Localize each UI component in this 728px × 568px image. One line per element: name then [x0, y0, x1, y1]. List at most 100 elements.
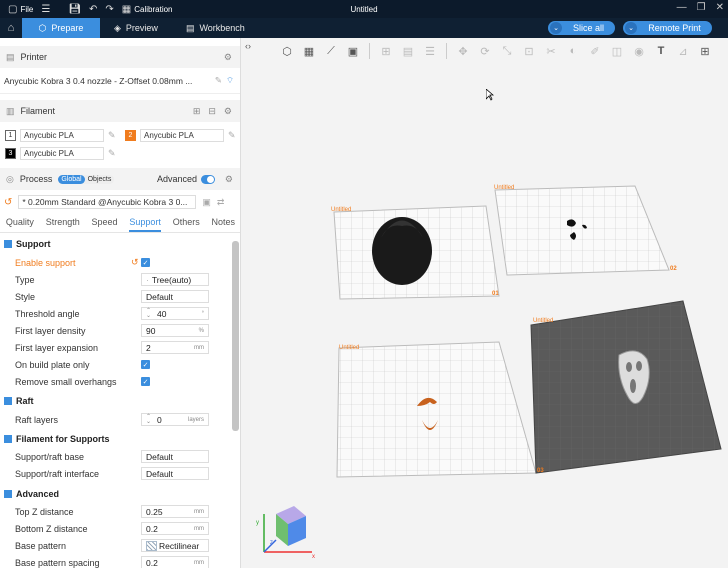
- wifi-icon[interactable]: ⌔: [226, 75, 234, 86]
- base-pattern-select[interactable]: Rectilinear: [141, 539, 209, 552]
- threshold-angle-input[interactable]: ⌃ ⌄ 40 °: [141, 307, 209, 320]
- save-preset-icon[interactable]: ▣: [202, 197, 211, 208]
- filament-slot-3[interactable]: 3 Anycubic PLA ✎: [5, 147, 116, 160]
- add-filament-icon[interactable]: ⊞: [193, 106, 201, 117]
- build-plate-only-checkbox[interactable]: ✓: [141, 360, 150, 369]
- arrange-icon[interactable]: ▣: [344, 42, 362, 60]
- scale-icon[interactable]: ⤡: [498, 42, 516, 60]
- build-plate-2[interactable]: [494, 185, 670, 276]
- file-menu[interactable]: ▢ File: [8, 4, 33, 15]
- support-type-select[interactable]: · Tree(auto): [141, 273, 209, 286]
- home-icon[interactable]: ⌂: [0, 18, 22, 38]
- tab-workbench[interactable]: ▤ Workbench: [172, 18, 259, 38]
- objects-toggle[interactable]: Objects: [85, 175, 115, 184]
- add-object-icon[interactable]: ⬡: [278, 42, 296, 60]
- orient-icon[interactable]: ⟋: [322, 42, 340, 60]
- filament-select[interactable]: Anycubic PLA: [20, 147, 104, 160]
- stepper-icon[interactable]: ⌃ ⌄: [146, 414, 151, 425]
- close-icon[interactable]: ✕: [716, 2, 724, 13]
- color-paint-icon[interactable]: ◉: [630, 42, 648, 60]
- filament-slot-1[interactable]: 1 Anycubic PLA ✎: [5, 129, 116, 142]
- slice-all-button[interactable]: ⌄ Slice all: [548, 21, 615, 35]
- orientation-cube[interactable]: x y z: [254, 494, 320, 564]
- lay-on-face-icon[interactable]: ⊡: [520, 42, 538, 60]
- seam-paint-icon[interactable]: ◫: [608, 42, 626, 60]
- printer-settings-icon[interactable]: ⚙: [224, 52, 232, 63]
- tab-preview[interactable]: ◈ Preview: [100, 18, 172, 38]
- tab-quality[interactable]: Quality: [6, 217, 34, 232]
- add-plate-icon[interactable]: ▦: [300, 42, 318, 60]
- restore-icon[interactable]: ❐: [697, 2, 706, 13]
- top-z-distance-input[interactable]: 0.25 mm: [141, 505, 209, 518]
- filament-select[interactable]: Anycubic PLA: [140, 129, 224, 142]
- undo-button[interactable]: ↶: [89, 4, 97, 15]
- mesh-boolean-icon[interactable]: ◐: [564, 42, 582, 60]
- select-value: Rectilinear: [159, 540, 200, 551]
- tab-speed[interactable]: Speed: [92, 217, 118, 232]
- save-button[interactable]: 💾︎: [68, 4, 81, 15]
- move-icon[interactable]: ✥: [454, 42, 472, 60]
- stepper-icon[interactable]: ⌃ ⌄: [146, 308, 151, 319]
- reset-icon[interactable]: ↺: [4, 197, 12, 208]
- first-layer-expansion-input[interactable]: 2 mm: [141, 341, 209, 354]
- object-rose-model[interactable]: [372, 217, 432, 285]
- split-objects-icon[interactable]: ⊞: [377, 42, 395, 60]
- filament-slot-2[interactable]: 2 Anycubic PLA ✎: [125, 129, 236, 142]
- preset-select[interactable]: * 0.20mm Standard @Anycubic Kobra 3 0...: [18, 195, 197, 209]
- tab-strength[interactable]: Strength: [46, 217, 80, 232]
- calibration-menu[interactable]: ▦ Calibration: [122, 4, 173, 15]
- minimize-icon[interactable]: —: [677, 2, 687, 13]
- process-settings-icon[interactable]: ⚙: [225, 174, 233, 185]
- raft-layers-input[interactable]: ⌃ ⌄ 0 layers: [141, 413, 209, 426]
- plate-label[interactable]: Untitled: [331, 207, 351, 213]
- tab-others[interactable]: Others: [173, 217, 200, 232]
- tab-prepare[interactable]: ⬡ Prepare: [22, 18, 100, 38]
- printer-select[interactable]: Anycubic Kobra 3 0.4 nozzle - Z-Offset 0…: [0, 68, 240, 94]
- chevron-down-icon[interactable]: ⌄: [550, 22, 562, 34]
- edit-icon[interactable]: ✎: [215, 75, 222, 86]
- filament-select[interactable]: Anycubic PLA: [20, 129, 104, 142]
- build-plate-1[interactable]: [333, 205, 500, 300]
- edit-icon[interactable]: ✎: [108, 148, 116, 159]
- collapse-sidebar-icon[interactable]: ‹›: [245, 41, 251, 51]
- layers-icon[interactable]: ☰: [421, 42, 439, 60]
- plate-label[interactable]: Untitled: [533, 318, 553, 324]
- remove-small-overhangs-checkbox[interactable]: ✓: [141, 377, 150, 386]
- remote-print-button[interactable]: ⌄ Remote Print: [623, 21, 712, 35]
- scope-switch[interactable]: Global Objects: [58, 174, 115, 184]
- plate-label[interactable]: Untitled: [339, 345, 359, 351]
- global-toggle[interactable]: Global: [58, 174, 85, 184]
- measure-icon[interactable]: ⊿: [674, 42, 692, 60]
- support-paint-icon[interactable]: ✐: [586, 42, 604, 60]
- compare-icon[interactable]: ⇄: [217, 197, 225, 208]
- chevron-down-icon[interactable]: ⌄: [625, 22, 637, 34]
- support-interface-select[interactable]: Default: [141, 467, 209, 480]
- bottom-z-distance-input[interactable]: 0.2 mm: [141, 522, 209, 535]
- edit-icon[interactable]: ✎: [228, 130, 236, 141]
- split-parts-icon[interactable]: ▤: [399, 42, 417, 60]
- first-layer-density-input[interactable]: 90%: [141, 324, 209, 337]
- advanced-toggle[interactable]: [201, 174, 215, 184]
- build-plate-4[interactable]: [530, 300, 722, 474]
- assembly-icon[interactable]: ⊞: [696, 42, 714, 60]
- menu-button[interactable]: ☰: [41, 4, 50, 15]
- rotate-icon[interactable]: ⟳: [476, 42, 494, 60]
- tab-notes[interactable]: Notes: [212, 217, 236, 232]
- support-base-select[interactable]: Default: [141, 450, 209, 463]
- redo-button[interactable]: ↷: [105, 4, 113, 15]
- filament-icon: ▥: [6, 105, 15, 116]
- settings-scrollbar[interactable]: [232, 241, 239, 431]
- setting-label: Remove small overhangs: [15, 377, 117, 387]
- tab-support[interactable]: Support: [129, 217, 161, 232]
- enable-support-checkbox[interactable]: ✓: [141, 258, 150, 267]
- plate-label[interactable]: Untitled: [494, 185, 514, 191]
- support-style-select[interactable]: Default: [141, 290, 209, 303]
- filament-settings-icon[interactable]: ⚙: [224, 106, 232, 117]
- remove-filament-icon[interactable]: ⊟: [208, 106, 216, 117]
- edit-icon[interactable]: ✎: [108, 130, 116, 141]
- build-plate-3[interactable]: [336, 341, 537, 478]
- text-tool-icon[interactable]: T: [652, 42, 670, 60]
- cut-icon[interactable]: ✂: [542, 42, 560, 60]
- base-pattern-spacing-input[interactable]: 0.2 mm: [141, 556, 209, 568]
- reset-icon[interactable]: ↺: [131, 257, 139, 268]
